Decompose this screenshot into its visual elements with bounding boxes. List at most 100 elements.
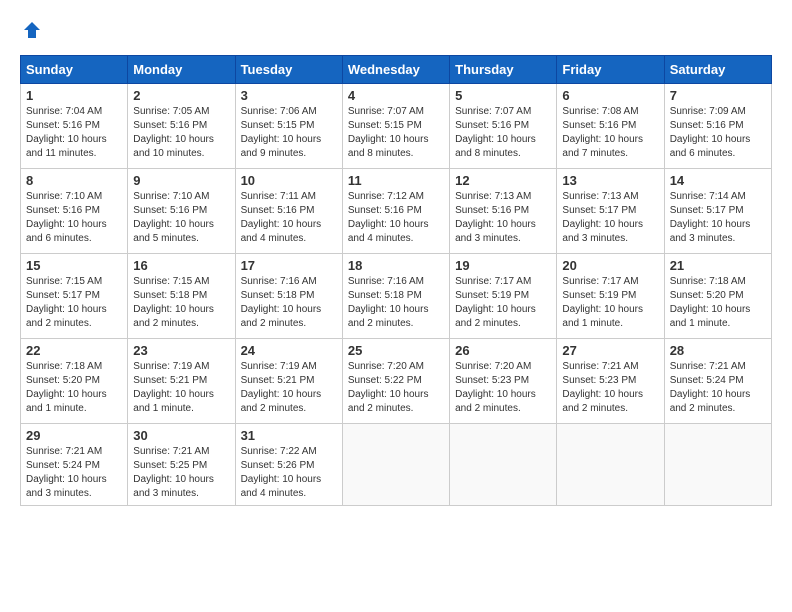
day-info: Sunrise: 7:18 AM Sunset: 5:20 PM Dayligh… — [26, 360, 122, 416]
day-number: 30 — [133, 428, 229, 443]
calendar-week-4: 22 Sunrise: 7:18 AM Sunset: 5:20 PM Dayli… — [21, 339, 772, 424]
logo — [20, 20, 42, 45]
day-info: Sunrise: 7:07 AM Sunset: 5:15 PM Dayligh… — [348, 105, 444, 161]
calendar-cell: 24Sunrise: 7:19 AM Sunset: 5:21 PM Dayli… — [235, 339, 342, 424]
calendar-cell: 19 Sunrise: 7:17 AM Sunset: 5:19 PM Dayli… — [450, 254, 557, 339]
day-number: 6 — [562, 88, 658, 103]
day-number: 13 — [562, 173, 658, 188]
calendar-cell: 3Sunrise: 7:06 AM Sunset: 5:15 PM Daylig… — [235, 84, 342, 169]
weekday-header-wednesday: Wednesday — [342, 56, 449, 84]
calendar-cell: 18Sunrise: 7:16 AM Sunset: 5:18 PM Dayli… — [342, 254, 449, 339]
calendar-cell: 10Sunrise: 7:11 AM Sunset: 5:16 PM Dayli… — [235, 169, 342, 254]
day-number: 2 — [133, 88, 229, 103]
weekday-header-monday: Monday — [128, 56, 235, 84]
calendar-cell: 1 Sunrise: 7:04 AM Sunset: 5:16 PM Daylig… — [21, 84, 128, 169]
day-info: Sunrise: 7:10 AM Sunset: 5:16 PM Dayligh… — [26, 190, 122, 246]
day-number: 16 — [133, 258, 229, 273]
day-number: 14 — [670, 173, 766, 188]
day-info: Sunrise: 7:22 AM Sunset: 5:26 PM Dayligh… — [241, 445, 337, 501]
calendar-cell: 13Sunrise: 7:13 AM Sunset: 5:17 PM Dayli… — [557, 169, 664, 254]
day-number: 7 — [670, 88, 766, 103]
calendar-cell: 23 Sunrise: 7:19 AM Sunset: 5:21 PM Dayli… — [128, 339, 235, 424]
day-info: Sunrise: 7:17 AM Sunset: 5:19 PM Dayligh… — [455, 275, 551, 331]
day-number: 19 — [455, 258, 551, 273]
day-number: 22 — [26, 343, 122, 358]
weekday-header-friday: Friday — [557, 56, 664, 84]
day-number: 24 — [241, 343, 337, 358]
calendar-cell: 17 Sunrise: 7:16 AM Sunset: 5:18 PM Dayli… — [235, 254, 342, 339]
day-info: Sunrise: 7:04 AM Sunset: 5:16 PM Dayligh… — [26, 105, 122, 161]
header-row: SundayMondayTuesdayWednesdayThursdayFrid… — [21, 56, 772, 84]
weekday-header-saturday: Saturday — [664, 56, 771, 84]
day-info: Sunrise: 7:05 AM Sunset: 5:16 PM Dayligh… — [133, 105, 229, 161]
calendar-cell — [450, 424, 557, 506]
day-number: 25 — [348, 343, 444, 358]
day-info: Sunrise: 7:14 AM Sunset: 5:17 PM Dayligh… — [670, 190, 766, 246]
day-number: 4 — [348, 88, 444, 103]
day-info: Sunrise: 7:21 AM Sunset: 5:23 PM Dayligh… — [562, 360, 658, 416]
calendar-cell: 20Sunrise: 7:17 AM Sunset: 5:19 PM Dayli… — [557, 254, 664, 339]
calendar-cell: 12 Sunrise: 7:13 AM Sunset: 5:16 PM Dayli… — [450, 169, 557, 254]
weekday-header-tuesday: Tuesday — [235, 56, 342, 84]
calendar-cell: 8 Sunrise: 7:10 AM Sunset: 5:16 PM Daylig… — [21, 169, 128, 254]
logo-icon — [22, 20, 42, 40]
day-number: 11 — [348, 173, 444, 188]
day-info: Sunrise: 7:10 AM Sunset: 5:16 PM Dayligh… — [133, 190, 229, 246]
calendar-cell: 11 Sunrise: 7:12 AM Sunset: 5:16 PM Dayli… — [342, 169, 449, 254]
day-number: 12 — [455, 173, 551, 188]
day-info: Sunrise: 7:18 AM Sunset: 5:20 PM Dayligh… — [670, 275, 766, 331]
day-info: Sunrise: 7:16 AM Sunset: 5:18 PM Dayligh… — [241, 275, 337, 331]
calendar-cell: 5 Sunrise: 7:07 AM Sunset: 5:16 PM Daylig… — [450, 84, 557, 169]
calendar-body: 1 Sunrise: 7:04 AM Sunset: 5:16 PM Daylig… — [21, 84, 772, 506]
day-number: 26 — [455, 343, 551, 358]
day-info: Sunrise: 7:13 AM Sunset: 5:16 PM Dayligh… — [455, 190, 551, 246]
calendar-cell: 31 Sunrise: 7:22 AM Sunset: 5:26 PM Dayli… — [235, 424, 342, 506]
calendar-cell: 7 Sunrise: 7:09 AM Sunset: 5:16 PM Daylig… — [664, 84, 771, 169]
day-info: Sunrise: 7:20 AM Sunset: 5:23 PM Dayligh… — [455, 360, 551, 416]
day-number: 1 — [26, 88, 122, 103]
day-info: Sunrise: 7:09 AM Sunset: 5:16 PM Dayligh… — [670, 105, 766, 161]
calendar-cell: 4 Sunrise: 7:07 AM Sunset: 5:15 PM Daylig… — [342, 84, 449, 169]
day-info: Sunrise: 7:21 AM Sunset: 5:24 PM Dayligh… — [670, 360, 766, 416]
day-info: Sunrise: 7:15 AM Sunset: 5:18 PM Dayligh… — [133, 275, 229, 331]
day-info: Sunrise: 7:21 AM Sunset: 5:25 PM Dayligh… — [133, 445, 229, 501]
day-number: 8 — [26, 173, 122, 188]
calendar-cell: 6 Sunrise: 7:08 AM Sunset: 5:16 PM Daylig… — [557, 84, 664, 169]
day-number: 20 — [562, 258, 658, 273]
day-info: Sunrise: 7:12 AM Sunset: 5:16 PM Dayligh… — [348, 190, 444, 246]
day-info: Sunrise: 7:06 AM Sunset: 5:15 PM Dayligh… — [241, 105, 337, 161]
day-number: 31 — [241, 428, 337, 443]
day-number: 27 — [562, 343, 658, 358]
calendar-cell: 28 Sunrise: 7:21 AM Sunset: 5:24 PM Dayli… — [664, 339, 771, 424]
calendar-cell: 29 Sunrise: 7:21 AM Sunset: 5:24 PM Dayli… — [21, 424, 128, 506]
day-info: Sunrise: 7:20 AM Sunset: 5:22 PM Dayligh… — [348, 360, 444, 416]
day-number: 29 — [26, 428, 122, 443]
day-number: 17 — [241, 258, 337, 273]
day-info: Sunrise: 7:21 AM Sunset: 5:24 PM Dayligh… — [26, 445, 122, 501]
day-number: 9 — [133, 173, 229, 188]
day-info: Sunrise: 7:11 AM Sunset: 5:16 PM Dayligh… — [241, 190, 337, 246]
calendar-week-5: 29 Sunrise: 7:21 AM Sunset: 5:24 PM Dayli… — [21, 424, 772, 506]
day-number: 23 — [133, 343, 229, 358]
calendar-cell: 22 Sunrise: 7:18 AM Sunset: 5:20 PM Dayli… — [21, 339, 128, 424]
day-info: Sunrise: 7:15 AM Sunset: 5:17 PM Dayligh… — [26, 275, 122, 331]
calendar-cell: 21Sunrise: 7:18 AM Sunset: 5:20 PM Dayli… — [664, 254, 771, 339]
day-info: Sunrise: 7:07 AM Sunset: 5:16 PM Dayligh… — [455, 105, 551, 161]
day-info: Sunrise: 7:19 AM Sunset: 5:21 PM Dayligh… — [133, 360, 229, 416]
calendar-cell: 14 Sunrise: 7:14 AM Sunset: 5:17 PM Dayli… — [664, 169, 771, 254]
calendar-cell: 2 Sunrise: 7:05 AM Sunset: 5:16 PM Daylig… — [128, 84, 235, 169]
calendar-week-3: 15 Sunrise: 7:15 AM Sunset: 5:17 PM Dayli… — [21, 254, 772, 339]
day-info: Sunrise: 7:08 AM Sunset: 5:16 PM Dayligh… — [562, 105, 658, 161]
weekday-header-sunday: Sunday — [21, 56, 128, 84]
calendar-cell: 27 Sunrise: 7:21 AM Sunset: 5:23 PM Dayli… — [557, 339, 664, 424]
calendar-cell — [342, 424, 449, 506]
day-number: 28 — [670, 343, 766, 358]
day-number: 15 — [26, 258, 122, 273]
calendar-cell: 25 Sunrise: 7:20 AM Sunset: 5:22 PM Dayli… — [342, 339, 449, 424]
calendar-cell: 9 Sunrise: 7:10 AM Sunset: 5:16 PM Daylig… — [128, 169, 235, 254]
calendar-table: SundayMondayTuesdayWednesdayThursdayFrid… — [20, 55, 772, 506]
calendar-week-1: 1 Sunrise: 7:04 AM Sunset: 5:16 PM Daylig… — [21, 84, 772, 169]
day-number: 5 — [455, 88, 551, 103]
day-info: Sunrise: 7:16 AM Sunset: 5:18 PM Dayligh… — [348, 275, 444, 331]
weekday-header-thursday: Thursday — [450, 56, 557, 84]
